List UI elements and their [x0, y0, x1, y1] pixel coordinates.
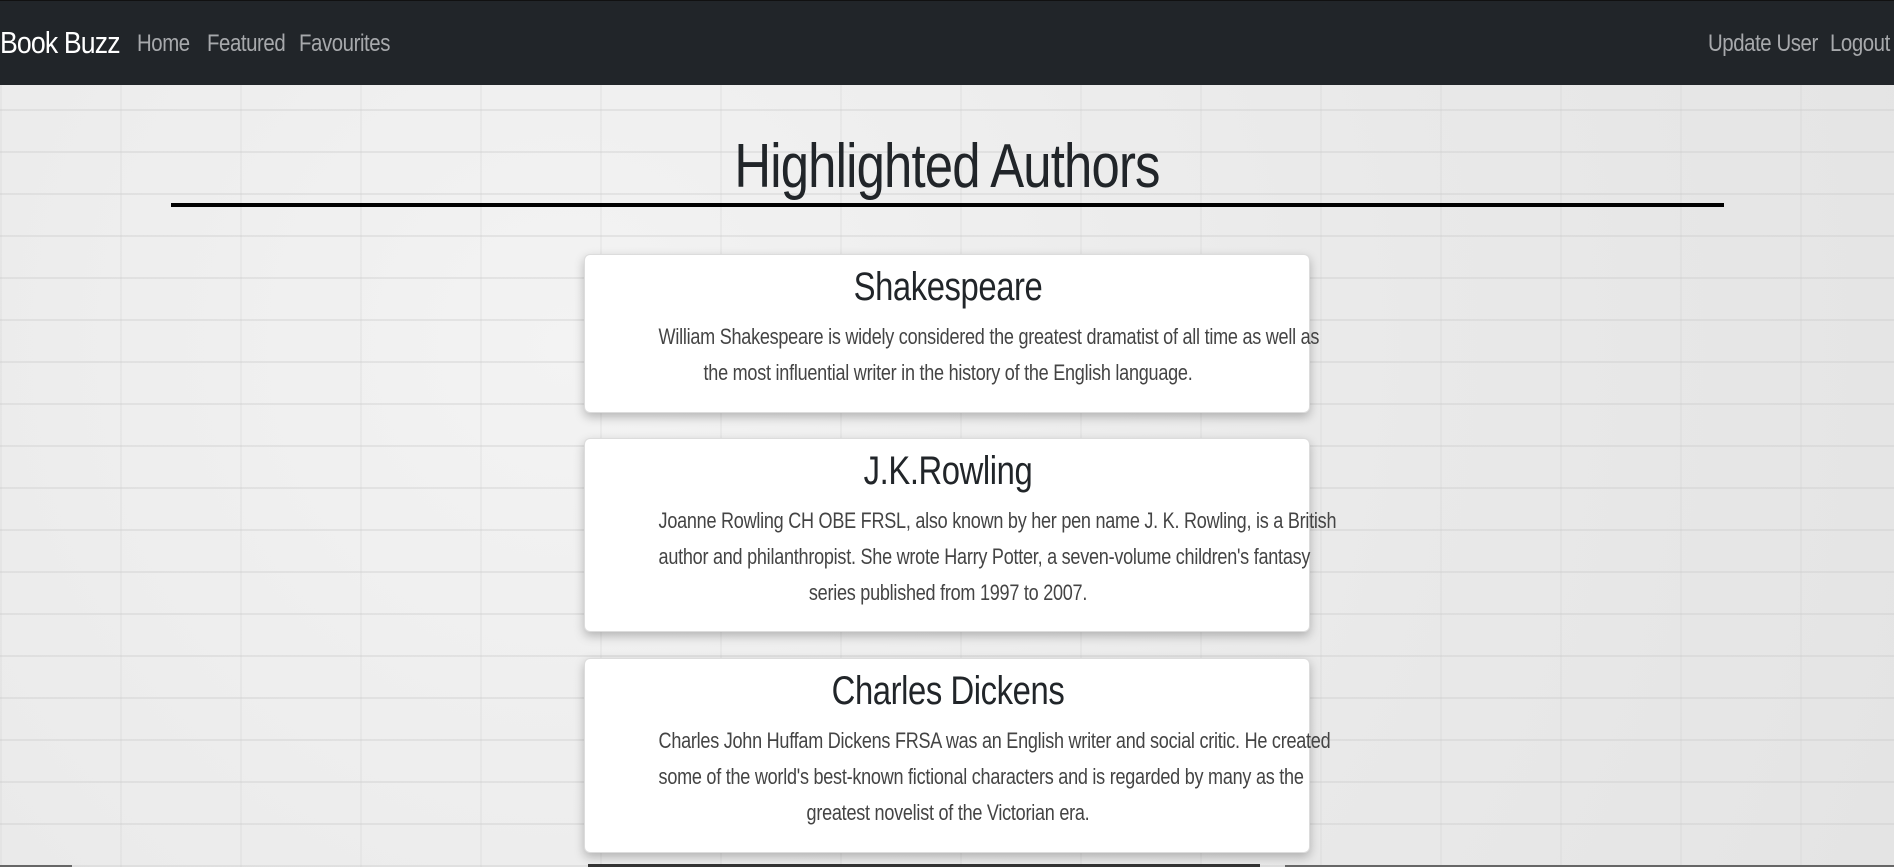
description-line: William Shakespeare is widely considered…: [658, 324, 1320, 349]
page-title: Highlighted Authors: [734, 132, 1160, 201]
nav-home-link[interactable]: Home: [137, 30, 190, 58]
author-card-rowling: J.K.Rowling Joanne Rowling CH OBE FRSL, …: [584, 438, 1337, 632]
nav-logout-link[interactable]: Logout: [1830, 30, 1890, 58]
description-line: Charles John Huffam Dickens FRSA was an …: [658, 728, 1331, 753]
description-line: author and philanthropist. She wrote Har…: [658, 544, 1311, 569]
brand-logo-link[interactable]: Book Buzz: [0, 25, 121, 61]
nav-update-user-link[interactable]: Update User: [1708, 30, 1818, 58]
author-name: J.K.Rowling: [863, 449, 1033, 493]
nav-featured-link[interactable]: Featured: [207, 30, 286, 58]
author-name: Shakespeare: [853, 265, 1043, 309]
author-description: Charles John Huffam Dickens FRSA was an …: [595, 723, 1331, 831]
author-description: William Shakespeare is widely considered…: [595, 319, 1320, 391]
description-line: the most influential writer in the histo…: [703, 360, 1193, 385]
title-divider: [171, 203, 1724, 207]
author-name: Charles Dickens: [831, 669, 1065, 713]
nav-favourites-link[interactable]: Favourites: [299, 30, 390, 58]
author-card-shakespeare: Shakespeare William Shakespeare is widel…: [584, 254, 1320, 413]
author-card-dickens: Charles Dickens Charles John Huffam Dick…: [584, 658, 1331, 853]
description-line: greatest novelist of the Victorian era.: [806, 800, 1090, 825]
description-line: some of the world's best-known fictional…: [658, 764, 1304, 789]
author-description: Joanne Rowling CH OBE FRSL, also known b…: [595, 503, 1337, 611]
top-navbar: Book Buzz Home Featured Favourites Updat…: [0, 0, 1894, 85]
description-line: Joanne Rowling CH OBE FRSL, also known b…: [658, 508, 1337, 533]
description-line: series published from 1997 to 2007.: [808, 580, 1088, 605]
